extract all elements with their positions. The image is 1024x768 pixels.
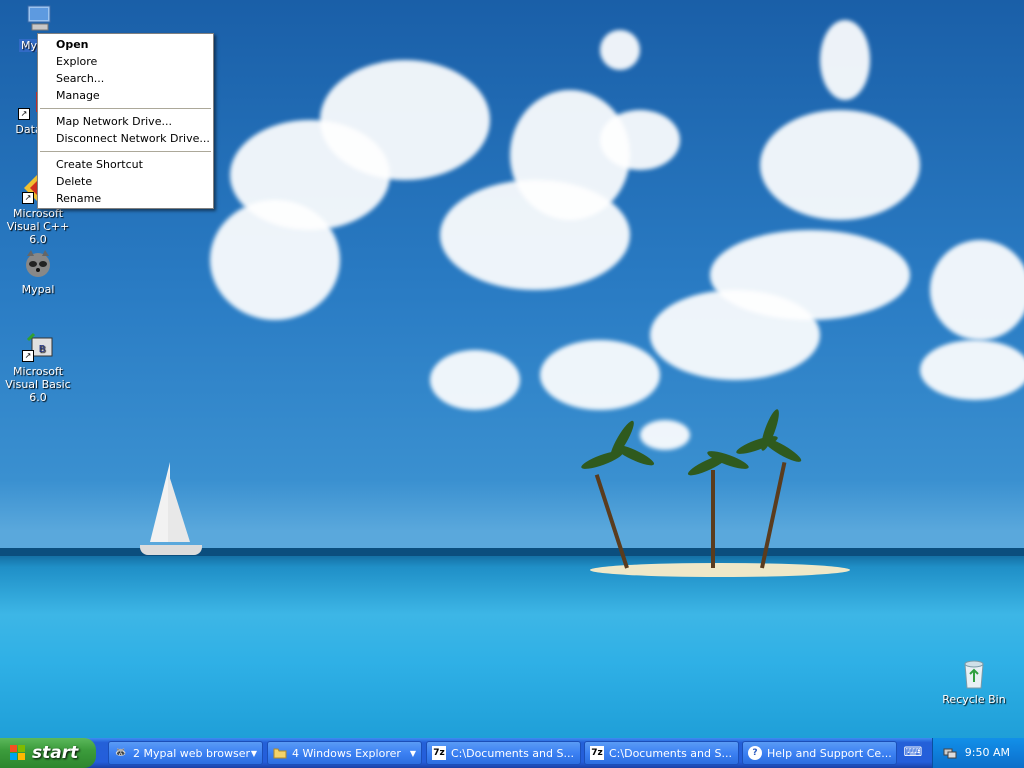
menu-item-rename[interactable]: Rename — [38, 190, 213, 207]
start-button[interactable]: start — [0, 738, 96, 768]
cloud — [600, 30, 640, 70]
folder-icon — [273, 746, 287, 760]
context-menu: Open Explore Search... Manage Map Networ… — [37, 33, 214, 209]
menu-item-open[interactable]: Open — [38, 36, 213, 53]
visual-basic-icon: B ↗ — [22, 330, 54, 362]
taskbar: start 🦝 2 Mypal web browser ▼ 4 Windows … — [0, 738, 1024, 768]
keyboard-icon[interactable]: ⌨ — [900, 741, 926, 765]
menu-item-explore[interactable]: Explore — [38, 53, 213, 70]
task-label: 2 Mypal web browser — [133, 747, 251, 760]
menu-item-manage[interactable]: Manage — [38, 87, 213, 104]
chevron-down-icon: ▼ — [409, 749, 416, 758]
taskbar-group-mypal[interactable]: 🦝 2 Mypal web browser ▼ — [108, 741, 263, 765]
my-computer-icon — [22, 4, 54, 36]
menu-item-disconnect-network-drive[interactable]: Disconnect Network Drive... — [38, 130, 213, 147]
chevron-down-icon: ▼ — [250, 749, 257, 758]
sailboat-sail — [150, 462, 170, 542]
taskbar-button-7zip-2[interactable]: 7z C:\Documents and S... — [584, 741, 739, 765]
system-tray: 9:50 AM — [932, 738, 1024, 768]
task-label: 4 Windows Explorer — [292, 747, 401, 760]
sailboat-hull — [140, 545, 202, 555]
7zip-icon: 7z — [590, 746, 604, 760]
mypal-icon: 🦝 — [115, 748, 127, 758]
mypal-icon — [22, 248, 54, 280]
taskbar-button-help-and-support[interactable]: ? Help and Support Ce... — [742, 741, 897, 765]
cloud — [760, 110, 920, 220]
menu-item-map-network-drive[interactable]: Map Network Drive... — [38, 113, 213, 130]
menu-item-search[interactable]: Search... — [38, 70, 213, 87]
cloud — [930, 240, 1024, 340]
desktop-icon-recycle-bin[interactable]: Recycle Bin — [936, 658, 1012, 706]
cloud — [600, 110, 680, 170]
desktop-icon-mypal[interactable]: Mypal — [0, 248, 76, 296]
cloud — [540, 340, 660, 410]
start-label: start — [32, 743, 79, 763]
menu-separator — [40, 151, 211, 152]
task-label: C:\Documents and S... — [609, 747, 732, 760]
taskbar-button-7zip-1[interactable]: 7z C:\Documents and S... — [426, 741, 581, 765]
svg-text:B: B — [39, 344, 46, 355]
cloud — [640, 420, 690, 450]
desktop-icon-visual-basic[interactable]: B ↗ Microsoft Visual Basic 6.0 — [0, 330, 76, 404]
cloud — [320, 60, 490, 180]
sailboat-sail — [168, 472, 190, 542]
island-sand — [590, 563, 850, 577]
shortcut-arrow-icon: ↗ — [22, 192, 34, 204]
network-icon[interactable] — [943, 746, 957, 760]
shortcut-arrow-icon: ↗ — [18, 108, 30, 120]
shortcut-arrow-icon: ↗ — [22, 350, 34, 362]
help-icon: ? — [748, 746, 762, 760]
cloud — [210, 200, 340, 320]
cloud — [430, 350, 520, 410]
cloud — [820, 20, 870, 100]
windows-logo-icon — [10, 745, 25, 760]
cloud — [920, 340, 1024, 400]
menu-item-create-shortcut[interactable]: Create Shortcut — [38, 156, 213, 173]
desktop-wallpaper: My Co ↗ DataW ↗ Microsoft Visual C++ 6.0… — [0, 0, 1024, 738]
task-label: Help and Support Ce... — [767, 747, 892, 760]
task-label: C:\Documents and S... — [451, 747, 574, 760]
cloud — [710, 230, 910, 320]
clock[interactable]: 9:50 AM — [965, 738, 1010, 768]
7zip-icon: 7z — [432, 746, 446, 760]
menu-item-delete[interactable]: Delete — [38, 173, 213, 190]
sea — [0, 548, 1024, 738]
palm-trunk — [711, 470, 715, 568]
recycle-bin-icon — [958, 658, 990, 690]
taskbar-group-windows-explorer[interactable]: 4 Windows Explorer ▼ — [267, 741, 422, 765]
menu-separator — [40, 108, 211, 109]
